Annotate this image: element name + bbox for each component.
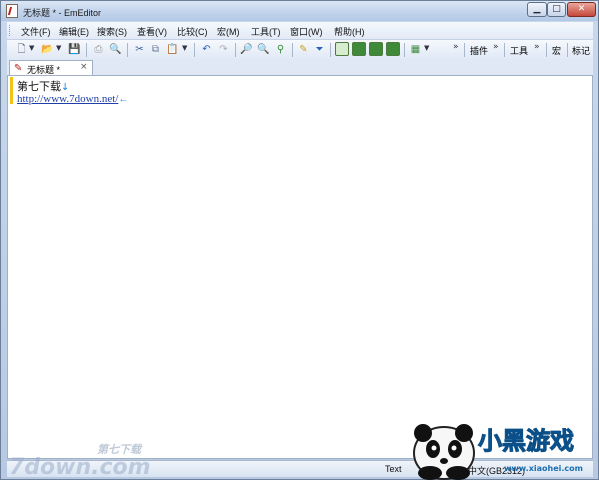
macro-toolbar-label[interactable]: 宏 — [552, 44, 561, 57]
editor-line-1: 第七下载↓ — [17, 78, 69, 94]
toolbar-separator — [235, 43, 236, 57]
menu-search[interactable]: 搜索(S) — [97, 25, 127, 38]
open-folder-icon[interactable]: 📂 — [41, 43, 54, 56]
undo-icon[interactable]: ↶ — [200, 43, 213, 56]
properties-dropdown-icon[interactable]: ▼ — [424, 44, 429, 52]
watermark-right-domain: www.xiaohei.com — [504, 464, 583, 473]
tools-toolbar-label[interactable]: 工具 — [510, 44, 528, 57]
properties-icon[interactable]: ▦ — [409, 43, 422, 56]
wrap-chars-icon[interactable] — [386, 42, 400, 56]
wrap-none-icon[interactable] — [335, 42, 349, 56]
toolbar-separator — [292, 43, 293, 57]
editor-line-2: http://www.7down.net/← — [17, 93, 128, 105]
title-bar: 无标题 * - EmEditor ▁ □ ✕ — [1, 1, 598, 21]
plugins-toolbar-label[interactable]: 插件 — [470, 44, 488, 57]
replace-icon[interactable]: ⚲ — [274, 43, 287, 56]
menu-macro[interactable]: 宏(M) — [217, 25, 240, 38]
window-title: 无标题 * - EmEditor — [23, 8, 102, 18]
text-editor[interactable]: 第七下载↓ http://www.7down.net/← — [7, 75, 593, 459]
toolbar-separator — [464, 43, 465, 57]
close-button[interactable]: ✕ — [567, 2, 596, 17]
toolbar-separator — [504, 43, 505, 57]
menu-edit[interactable]: 编辑(E) — [59, 25, 89, 38]
modified-lines-marker — [10, 77, 13, 104]
cut-icon[interactable]: ✂ — [133, 43, 146, 56]
line-text: 第七下载 — [17, 80, 61, 93]
filter-icon[interactable]: ⏷ — [313, 43, 326, 56]
marker-toolbar-label[interactable]: 标记 — [572, 44, 590, 57]
watermark-right-brand: 小黑游戏 — [478, 427, 574, 455]
newline-marker-icon: ↓ — [61, 82, 70, 93]
open-dropdown-icon[interactable]: ▼ — [56, 44, 61, 52]
toolbar-separator — [404, 43, 405, 57]
toolbar-separator — [330, 43, 331, 57]
toolbar-separator — [127, 43, 128, 57]
find-icon[interactable]: 🔎 — [240, 43, 253, 56]
new-dropdown-icon[interactable]: ▼ — [29, 44, 34, 52]
toolbar-separator — [194, 43, 195, 57]
toolbar-separator — [567, 43, 568, 57]
copy-icon[interactable]: ⧉ — [149, 43, 162, 56]
document-tab-strip: ✎ 无标题 * × — [7, 59, 593, 76]
wrap-window-icon[interactable] — [352, 42, 366, 56]
print-preview-icon[interactable]: 🔍 — [109, 43, 122, 56]
tab-untitled[interactable]: ✎ 无标题 * × — [9, 60, 93, 76]
maximize-button[interactable]: □ — [547, 2, 566, 17]
new-file-icon[interactable]: 🗋 — [15, 43, 28, 56]
wrap-page-icon[interactable] — [369, 42, 383, 56]
menu-bar: 文件(F) 编辑(E) 搜索(S) 查看(V) 比较(C) 宏(M) 工具(T)… — [7, 22, 593, 39]
tools-overflow-icon[interactable]: » — [534, 42, 540, 52]
menu-window[interactable]: 窗口(W) — [290, 25, 323, 38]
print-icon[interactable]: ⎙ — [92, 43, 105, 56]
end-of-file-marker-icon: ← — [118, 94, 129, 105]
toolbar-separator — [86, 43, 87, 57]
paste-icon[interactable]: 📋 — [166, 43, 179, 56]
7down-watermark-logo: 第七下载 7down.com — [9, 443, 151, 479]
menu-tools[interactable]: 工具(T) — [251, 25, 281, 38]
watermark-left-domain: 7down.com — [9, 455, 151, 479]
toolbar: 🗋 ▼ 📂 ▼ 💾 ⎙ 🔍 ✂ ⧉ 📋 ▼ ↶ ↷ 🔎 🔍 ⚲ ✎ ⏷ ▦ ▼ … — [7, 39, 593, 60]
find-next-icon[interactable]: 🔍 — [257, 43, 270, 56]
status-mode[interactable]: Text — [385, 464, 402, 474]
toolbar-separator — [546, 43, 547, 57]
app-window: 无标题 * - EmEditor ▁ □ ✕ 文件(F) 编辑(E) 搜索(S)… — [0, 0, 599, 480]
menu-compare[interactable]: 比较(C) — [177, 25, 208, 38]
menu-view[interactable]: 查看(V) — [137, 25, 167, 38]
close-tab-icon[interactable]: × — [80, 62, 88, 72]
url-link[interactable]: http://www.7down.net/ — [17, 93, 118, 105]
paste-dropdown-icon[interactable]: ▼ — [182, 44, 187, 52]
highlight-icon[interactable]: ✎ — [297, 43, 310, 56]
plugins-overflow-icon[interactable]: » — [493, 42, 499, 52]
xiaohei-watermark-logo: 小黑游戏 www.xiaohei.com — [413, 424, 583, 480]
menu-file[interactable]: 文件(F) — [21, 25, 51, 38]
document-icon: ✎ — [14, 63, 23, 74]
save-icon[interactable]: 💾 — [68, 43, 81, 56]
toolbar-overflow-icon[interactable]: » — [453, 42, 459, 52]
emeditor-app-icon[interactable] — [6, 4, 18, 18]
minimize-button[interactable]: ▁ — [527, 2, 547, 17]
menu-grip[interactable] — [9, 25, 13, 36]
menu-help[interactable]: 帮助(H) — [334, 25, 365, 38]
redo-icon[interactable]: ↷ — [217, 43, 230, 56]
